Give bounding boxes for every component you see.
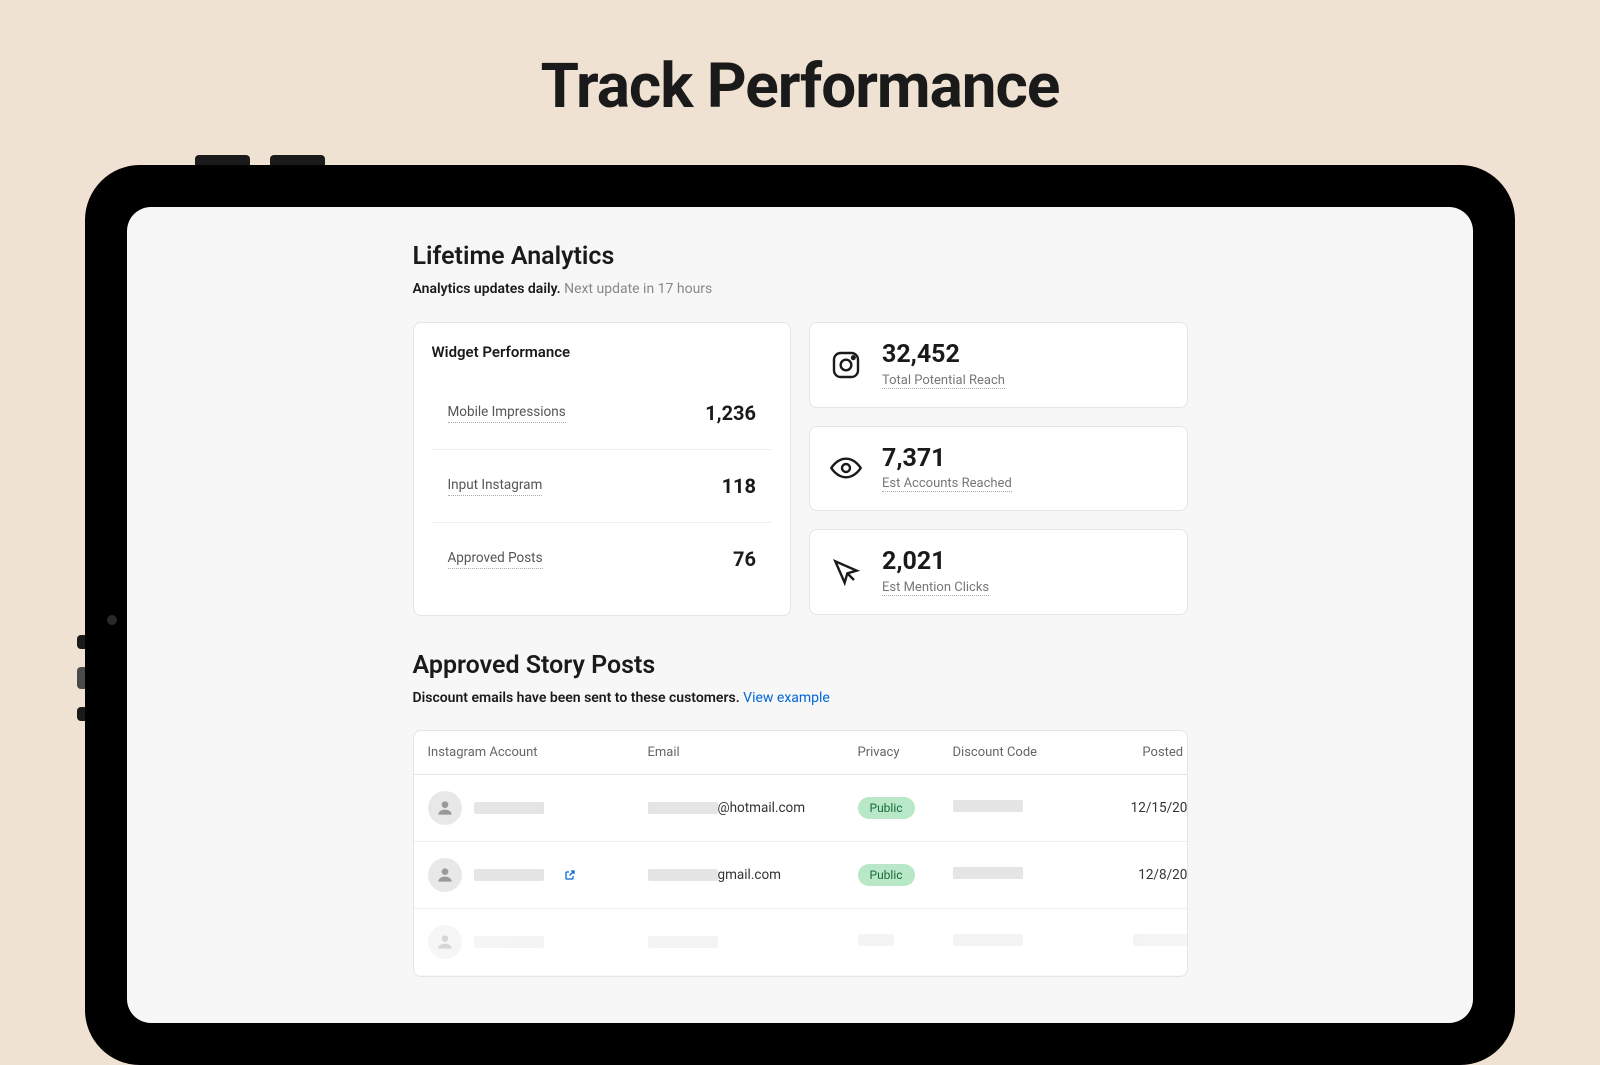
- approved-subtitle-text: Discount emails have been sent to these …: [413, 690, 740, 706]
- redacted-email-prefix: [648, 869, 718, 881]
- widget-label: Mobile Impressions: [448, 404, 566, 423]
- analytics-subtitle-strong: Analytics updates daily.: [413, 281, 561, 297]
- redacted-discount-code: [953, 867, 1023, 879]
- stat-value: 2,021: [882, 548, 989, 576]
- email-suffix: gmail.com: [718, 867, 782, 883]
- widget-value: 118: [722, 474, 756, 498]
- col-email: Email: [648, 745, 858, 760]
- redacted-privacy: [858, 934, 894, 946]
- widget-performance-title: Widget Performance: [432, 343, 773, 361]
- stat-label: Est Mention Clicks: [882, 580, 989, 596]
- widget-row-approved-posts: Approved Posts 76: [432, 523, 773, 595]
- stat-card-total-reach: 32,452 Total Potential Reach: [809, 322, 1188, 408]
- stat-card-mention-clicks: 2,021 Est Mention Clicks: [809, 529, 1188, 615]
- posted-date: 12/15/2021: [1088, 800, 1188, 816]
- stat-value: 7,371: [882, 445, 1012, 473]
- analytics-title: Lifetime Analytics: [413, 242, 1188, 271]
- table-header: Instagram Account Email Privacy Discount…: [414, 731, 1187, 775]
- col-instagram-account: Instagram Account: [428, 745, 648, 760]
- col-privacy: Privacy: [858, 745, 953, 760]
- tablet-side-buttons: [77, 635, 85, 721]
- avatar: [428, 791, 462, 825]
- avatar: [428, 925, 462, 959]
- email-suffix: @hotmail.com: [718, 800, 806, 816]
- table-row[interactable]: gmail.com Public 12/8/2021: [414, 842, 1187, 909]
- redacted-email-prefix: [648, 802, 718, 814]
- table-row[interactable]: @hotmail.com Public 12/15/2021: [414, 775, 1187, 842]
- analytics-subtitle-light: Next update in 17 hours: [564, 281, 712, 297]
- eye-icon: [830, 452, 862, 484]
- widget-label: Input Instagram: [448, 477, 543, 496]
- tablet-frame: Lifetime Analytics Analytics updates dai…: [85, 165, 1515, 1065]
- col-posted-on: Posted On: [1088, 745, 1188, 760]
- redacted-email-prefix: [648, 936, 718, 948]
- approved-title: Approved Story Posts: [413, 651, 1188, 680]
- redacted-username: [474, 936, 544, 948]
- approved-subtitle: Discount emails have been sent to these …: [413, 690, 1188, 706]
- widget-label: Approved Posts: [448, 550, 543, 569]
- redacted-date: [1133, 934, 1188, 946]
- tablet-camera: [107, 615, 117, 625]
- external-link-icon[interactable]: [564, 869, 576, 881]
- privacy-badge: Public: [858, 797, 915, 819]
- redacted-discount-code: [953, 800, 1023, 812]
- view-example-link[interactable]: View example: [743, 690, 830, 706]
- stat-card-accounts-reached: 7,371 Est Accounts Reached: [809, 426, 1188, 512]
- posted-date: 12/8/2021: [1088, 867, 1188, 883]
- avatar: [428, 858, 462, 892]
- stat-label: Est Accounts Reached: [882, 476, 1012, 492]
- tablet-screen: Lifetime Analytics Analytics updates dai…: [127, 207, 1473, 1023]
- stat-label: Total Potential Reach: [882, 373, 1005, 389]
- widget-performance-card: Widget Performance Mobile Impressions 1,…: [413, 322, 792, 616]
- col-discount-code: Discount Code: [953, 745, 1088, 760]
- widget-value: 1,236: [705, 401, 756, 425]
- redacted-username: [474, 869, 544, 881]
- widget-row-input-instagram: Input Instagram 118: [432, 450, 773, 523]
- table-row[interactable]: [414, 909, 1187, 976]
- stat-value: 32,452: [882, 341, 1005, 369]
- widget-value: 76: [733, 547, 756, 571]
- cursor-icon: [830, 556, 862, 588]
- tablet-top-buttons: [195, 155, 325, 165]
- redacted-discount-code: [953, 934, 1023, 946]
- widget-row-mobile-impressions: Mobile Impressions 1,236: [432, 377, 773, 450]
- redacted-username: [474, 802, 544, 814]
- instagram-icon: [830, 349, 862, 381]
- analytics-subtitle: Analytics updates daily. Next update in …: [413, 281, 1188, 297]
- approved-table: Instagram Account Email Privacy Discount…: [413, 730, 1188, 977]
- privacy-badge: Public: [858, 864, 915, 886]
- page-title: Track Performance: [0, 0, 1600, 123]
